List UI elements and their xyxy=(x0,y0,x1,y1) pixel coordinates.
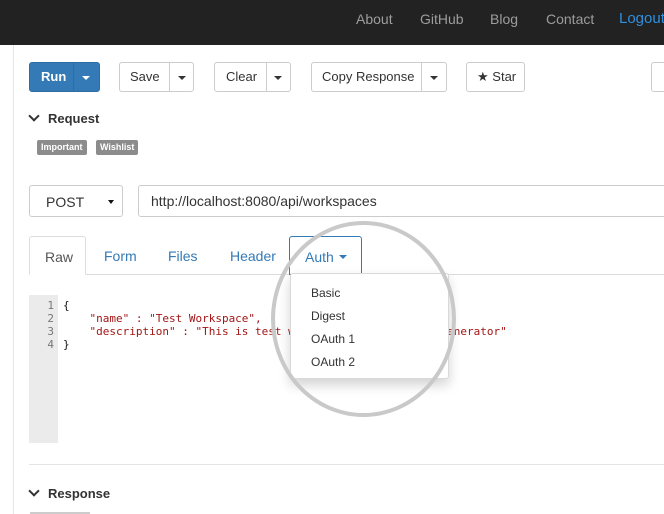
nav-logout[interactable]: Logout xyxy=(619,11,664,27)
star-icon: ★ xyxy=(477,69,489,84)
code-line: { xyxy=(63,299,70,312)
nav-blog[interactable]: Blog xyxy=(490,11,518,27)
auth-option-basic[interactable]: Basic xyxy=(311,286,340,300)
nav-github[interactable]: GitHub xyxy=(420,11,464,27)
chevron-down-icon xyxy=(28,110,40,122)
code-line: "name" : "Test Workspace", xyxy=(63,312,262,325)
caret-down-icon[interactable] xyxy=(178,76,186,80)
caret-down-icon[interactable] xyxy=(430,76,438,80)
save-button[interactable]: Save xyxy=(130,70,160,84)
tag-wishlist[interactable]: Wishlist xyxy=(96,140,139,155)
left-border xyxy=(13,45,14,514)
method-value: POST xyxy=(46,194,85,210)
tab-files[interactable]: Files xyxy=(154,236,210,275)
copy-response-split-button: Copy Response xyxy=(311,62,447,92)
run-split-button: Run xyxy=(29,62,100,92)
save-split-button: Save xyxy=(119,62,194,92)
chevron-down-icon xyxy=(28,485,40,497)
overflow-button[interactable] xyxy=(651,62,664,92)
nav-contact[interactable]: Contact xyxy=(546,11,594,27)
auth-option-digest[interactable]: Digest xyxy=(311,309,345,323)
tab-auth[interactable]: Auth xyxy=(289,236,362,275)
auth-option-oauth2[interactable]: OAuth 2 xyxy=(311,355,355,369)
top-navbar: About GitHub Blog Contact Logout xyxy=(0,0,664,45)
url-input[interactable] xyxy=(138,185,664,217)
run-button[interactable]: Run xyxy=(41,70,66,84)
caret-down-icon xyxy=(339,255,347,259)
caret-down-icon xyxy=(108,200,114,204)
method-select[interactable]: POST xyxy=(29,185,123,217)
clear-button[interactable]: Clear xyxy=(226,70,257,84)
tag-important[interactable]: Important xyxy=(37,140,87,155)
code-line: } xyxy=(63,338,70,351)
tab-raw[interactable]: Raw xyxy=(29,236,86,275)
auth-option-oauth1[interactable]: OAuth 1 xyxy=(311,332,355,346)
tab-form[interactable]: Form xyxy=(90,236,148,275)
section-divider xyxy=(29,464,664,465)
clear-split-button: Clear xyxy=(214,62,291,92)
caret-down-icon[interactable] xyxy=(82,76,90,80)
nav-about[interactable]: About xyxy=(356,11,393,27)
caret-down-icon[interactable] xyxy=(274,76,282,80)
response-heading[interactable]: Response xyxy=(28,485,110,501)
star-label: Star xyxy=(492,69,517,84)
line-number-gutter: 1 2 3 4 xyxy=(29,295,58,443)
tab-header[interactable]: Header xyxy=(216,236,286,275)
request-heading[interactable]: Request xyxy=(28,110,99,126)
star-button[interactable]: ★ Star xyxy=(466,62,525,92)
auth-dropdown-menu: Basic Digest OAuth 1 OAuth 2 xyxy=(290,273,449,379)
copy-response-button[interactable]: Copy Response xyxy=(322,70,415,84)
